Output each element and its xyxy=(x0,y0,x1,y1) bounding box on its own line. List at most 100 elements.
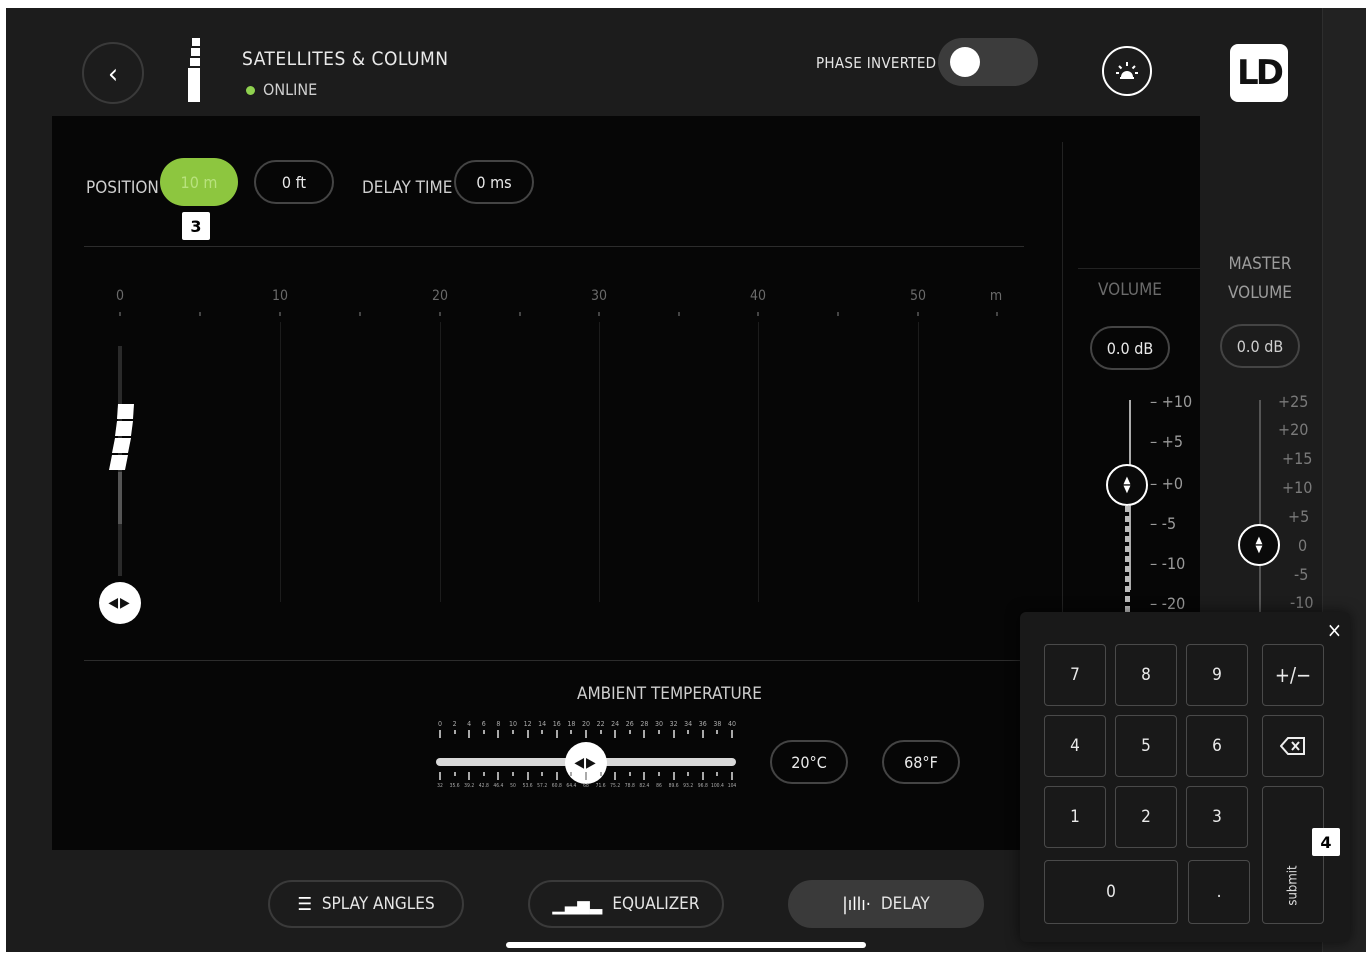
celsius-tick xyxy=(526,730,529,738)
numeric-keypad: × 7 8 9 +/− 4 5 6 1 2 3 submit 4 0 . xyxy=(1020,612,1350,942)
fahrenheit-tick xyxy=(701,772,704,780)
delay-time-input[interactable]: 0 ms xyxy=(454,160,534,204)
fahrenheit-tick xyxy=(672,772,675,780)
fahrenheit-tick-label: 42.8 xyxy=(478,783,489,789)
close-icon[interactable]: × xyxy=(1327,618,1342,642)
celsius-tick xyxy=(585,730,587,738)
fahrenheit-tick-label: 53.6 xyxy=(522,783,533,789)
grid-line xyxy=(280,322,281,602)
status-text: ONLINE xyxy=(263,80,318,99)
fahrenheit-tick-label: 104 xyxy=(727,783,737,789)
position-feet-input[interactable]: 0 ft xyxy=(254,160,334,204)
key-7[interactable]: 7 xyxy=(1044,644,1106,706)
volume-slider-handle[interactable]: ▲ ▼ xyxy=(1106,464,1148,506)
position-meters-input[interactable]: 10 m xyxy=(160,158,238,206)
celsius-tick-label: 4 xyxy=(467,720,472,728)
master-volume-slider-handle[interactable]: ▲ ▼ xyxy=(1238,524,1280,566)
master-volume-label: MASTER VOLUME xyxy=(1228,250,1292,308)
fahrenheit-tick-label: 64.4 xyxy=(566,783,577,789)
key-1[interactable]: 1 xyxy=(1044,786,1106,848)
fahrenheit-tick-label: 46.4 xyxy=(493,783,504,789)
celsius-tick xyxy=(731,730,733,738)
master-volume-track xyxy=(1259,400,1261,620)
master-label-line2: VOLUME xyxy=(1228,283,1292,303)
equalizer-label: EQUALIZER xyxy=(612,894,700,914)
celsius-tick xyxy=(541,730,544,734)
fahrenheit-tick xyxy=(687,772,690,776)
submit-label: submit xyxy=(1285,865,1301,906)
scale-tick xyxy=(598,312,600,316)
divider xyxy=(84,246,1024,247)
fahrenheit-tick xyxy=(497,772,500,780)
phase-inverted-toggle[interactable] xyxy=(938,38,1038,86)
delay-tab[interactable]: |ıllı· DELAY xyxy=(788,880,984,928)
scale-tick xyxy=(119,312,121,316)
fahrenheit-tick-label: 32 xyxy=(437,783,443,789)
volume-input[interactable]: 0.0 dB xyxy=(1090,326,1170,370)
celsius-tick xyxy=(628,730,631,734)
plus-minus-key[interactable]: +/− xyxy=(1262,644,1324,706)
scale-tick xyxy=(519,312,521,316)
position-drag-handle[interactable]: ◀▶ xyxy=(99,582,141,624)
key-8[interactable]: 8 xyxy=(1115,644,1177,706)
key-6[interactable]: 6 xyxy=(1186,715,1248,777)
scale-tick xyxy=(678,312,680,316)
divider xyxy=(1078,268,1200,269)
scale-tick xyxy=(996,312,998,316)
celsius-tick xyxy=(468,730,471,738)
celsius-tick-label: 24 xyxy=(611,720,620,728)
temperature-fahrenheit-input[interactable]: 68°F xyxy=(882,740,960,784)
celsius-tick xyxy=(672,730,675,738)
key-2[interactable]: 2 xyxy=(1115,786,1177,848)
splay-angles-tab[interactable]: ☰ SPLAY ANGLES xyxy=(268,880,464,928)
column-speaker-icon xyxy=(186,38,200,102)
app-frame: ‹ SATELLITES & COLUMN ONLINE PHASE INVER… xyxy=(6,8,1366,952)
ambient-temperature-label: AMBIENT TEMPERATURE xyxy=(577,684,762,704)
volume-scale-minus10: – -10 xyxy=(1150,554,1186,573)
celsius-tick xyxy=(555,730,558,738)
fahrenheit-tick xyxy=(526,772,529,780)
fahrenheit-tick-label: 71.6 xyxy=(595,783,606,789)
master-scale-plus10: +10 xyxy=(1282,478,1313,497)
master-volume-input[interactable]: 0.0 dB xyxy=(1220,324,1300,368)
fahrenheit-tick-label: 39.2 xyxy=(464,783,475,789)
volume-scale-minus20: – -20 xyxy=(1150,594,1186,613)
key-4[interactable]: 4 xyxy=(1044,715,1106,777)
volume-scale-plus10: – +10 xyxy=(1150,392,1193,411)
celsius-tick-label: 38 xyxy=(713,720,722,728)
splay-angles-label: SPLAY ANGLES xyxy=(321,894,435,914)
celsius-tick-label: 34 xyxy=(684,720,693,728)
fahrenheit-tick-label: 57.2 xyxy=(537,783,548,789)
back-button[interactable]: ‹ xyxy=(82,42,144,104)
column-array-icon xyxy=(109,404,134,470)
key-3[interactable]: 3 xyxy=(1186,786,1248,848)
key-0[interactable]: 0 xyxy=(1044,860,1178,924)
celsius-tick-label: 6 xyxy=(481,720,486,728)
key-5[interactable]: 5 xyxy=(1115,715,1177,777)
scale-label-10: 10 xyxy=(271,288,289,304)
volume-scale-minus5: – -5 xyxy=(1150,514,1177,533)
identify-button[interactable] xyxy=(1102,46,1152,96)
toggle-knob xyxy=(950,47,980,77)
vertical-arrows-icon: ▲ ▼ xyxy=(1255,535,1263,555)
fahrenheit-tick-label: 89.6 xyxy=(668,783,679,789)
fahrenheit-tick-label: 50 xyxy=(510,783,516,789)
fahrenheit-tick xyxy=(570,772,573,776)
celsius-tick-label: 14 xyxy=(538,720,547,728)
fahrenheit-tick xyxy=(555,772,558,780)
grid-line xyxy=(599,322,600,602)
key-9[interactable]: 9 xyxy=(1186,644,1248,706)
online-status-dot xyxy=(246,86,255,95)
scale-tick xyxy=(837,312,839,316)
decimal-key[interactable]: . xyxy=(1188,860,1250,924)
fahrenheit-tick xyxy=(541,772,544,776)
temperature-celsius-input[interactable]: 20°C xyxy=(770,740,848,784)
ld-logo: LD xyxy=(1230,44,1288,102)
celsius-tick xyxy=(599,730,602,734)
equalizer-tab[interactable]: ▁▃▅▂ EQUALIZER xyxy=(528,880,724,928)
chevron-left-icon: ‹ xyxy=(107,56,119,90)
backspace-key[interactable] xyxy=(1262,715,1324,777)
fahrenheit-tick xyxy=(599,772,602,776)
backspace-icon xyxy=(1280,737,1305,755)
scale-label-40: 40 xyxy=(749,288,767,304)
